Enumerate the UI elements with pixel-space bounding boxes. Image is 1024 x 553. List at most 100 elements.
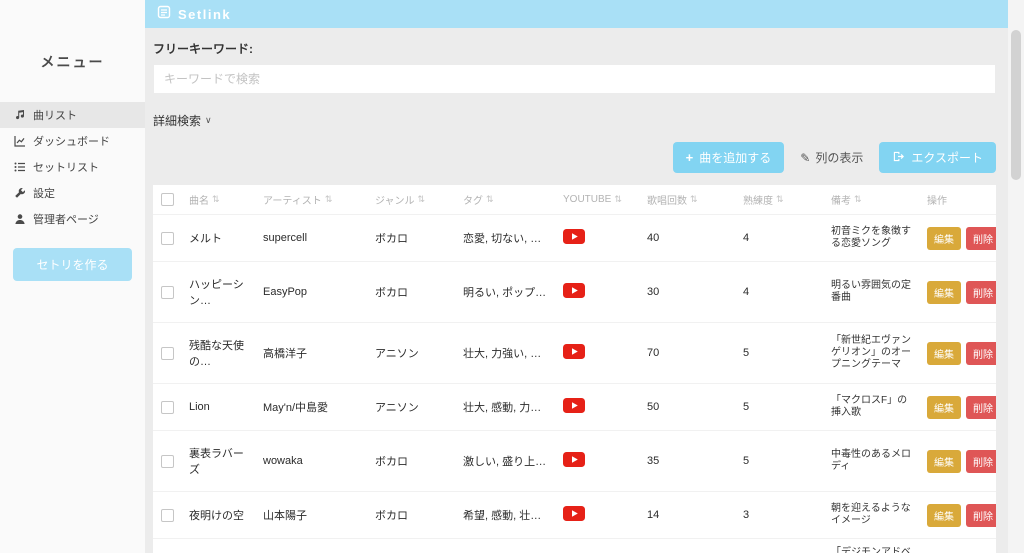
- app-header: Setlink: [0, 0, 1008, 28]
- sort-icon[interactable]: ⇅: [325, 194, 333, 205]
- export-button[interactable]: エクスポート: [879, 142, 996, 173]
- sing-count-cell: 30: [647, 286, 660, 298]
- row-checkbox[interactable]: [161, 400, 174, 414]
- create-setlist-button[interactable]: セトリを作る: [13, 248, 132, 281]
- note-cell: 初音ミクを象徴する恋愛ソング: [831, 226, 911, 249]
- youtube-cell: [557, 330, 641, 376]
- artist-cell: 山本陽子: [263, 510, 307, 522]
- table-header-row: 曲名 ⇅ アーティスト ⇅ ジャンル ⇅ タグ ⇅ YOUTUBE ⇅ 歌唱回数 ⇅ 熟練度 ⇅ 備考 ⇅ 操作: [153, 185, 996, 215]
- column-visibility-label: 列の表示: [815, 151, 864, 165]
- column-header[interactable]: アーティスト ⇅: [257, 192, 369, 207]
- content-area: メニュー 曲リスト ダッシュボードセットリスト 設定管理者ページ セトリを作る フリ…: [0, 28, 1008, 553]
- skill-cell: 5: [743, 401, 750, 413]
- sidebar-item-label: 設定: [33, 188, 55, 200]
- advanced-search-toggle[interactable]: 詳細検索 ∨: [153, 112, 212, 129]
- note-cell: 「新世紀エヴァンゲリオン」のオープニングテーマ: [831, 335, 911, 370]
- add-song-button[interactable]: + 曲を追加する: [672, 142, 785, 173]
- column-header-label: アーティスト: [263, 196, 322, 207]
- youtube-icon[interactable]: [563, 344, 585, 359]
- row-checkbox[interactable]: [161, 285, 174, 299]
- edit-button[interactable]: 編集: [927, 449, 961, 473]
- delete-button[interactable]: 削除: [966, 503, 996, 527]
- keyword-search-input[interactable]: [153, 64, 996, 94]
- sidebar-item-settings[interactable]: 設定: [0, 180, 145, 206]
- youtube-cell: [557, 384, 641, 430]
- edit-button[interactable]: 編集: [927, 341, 961, 365]
- admin-icon: [14, 213, 26, 225]
- song-title-cell: 裏表ラバーズ: [189, 448, 244, 476]
- artist-cell: supercell: [263, 232, 308, 244]
- youtube-icon[interactable]: [563, 398, 585, 413]
- youtube-icon[interactable]: [563, 283, 585, 298]
- sort-icon[interactable]: ⇅: [776, 194, 784, 205]
- sort-icon[interactable]: ⇅: [212, 194, 220, 205]
- sidebar-menu-title: メニュー: [40, 54, 105, 70]
- skill-cell: 3: [743, 509, 750, 521]
- vertical-scrollbar[interactable]: [1008, 0, 1024, 553]
- skill-cell: 5: [743, 455, 750, 467]
- sing-count-cell: 35: [647, 455, 660, 467]
- scrollbar-thumb[interactable]: [1011, 30, 1021, 180]
- main-content: フリーキーワード: 詳細検索 ∨ + 曲を追加する ✎ 列の表示: [145, 28, 1008, 553]
- note-cell: 朝を迎えるようなイメージ: [831, 503, 911, 526]
- tags-cell: 激しい, 盛り上…: [463, 456, 547, 468]
- skill-cell: 4: [737, 545, 825, 553]
- page: Setlink メニュー 曲リスト ダッシュボードセットリスト 設定管理者ページ セ…: [0, 0, 1008, 553]
- sidebar-item-admin[interactable]: 管理者ページ: [0, 206, 145, 232]
- sidebar-item-setlist[interactable]: セットリスト: [0, 154, 145, 180]
- column-header[interactable]: YOUTUBE ⇅: [557, 194, 641, 205]
- sort-icon[interactable]: ⇅: [614, 194, 622, 205]
- row-checkbox-cell: [153, 508, 183, 522]
- row-checkbox[interactable]: [161, 454, 174, 468]
- genre-cell: アニソン: [369, 543, 457, 553]
- row-checkbox[interactable]: [161, 346, 174, 360]
- delete-button[interactable]: 削除: [966, 449, 996, 473]
- edit-button[interactable]: 編集: [927, 503, 961, 527]
- youtube-icon[interactable]: [563, 229, 585, 244]
- column-header[interactable]: 歌唱回数 ⇅: [641, 192, 737, 207]
- row-actions-cell: 編集 削除: [921, 496, 996, 535]
- delete-button[interactable]: 削除: [966, 226, 996, 250]
- song-title-cell: メルト: [189, 233, 222, 245]
- column-header[interactable]: ジャンル ⇅: [369, 192, 457, 207]
- genre-cell: アニソン: [375, 348, 419, 360]
- delete-button[interactable]: 削除: [966, 341, 996, 365]
- column-header[interactable]: 熟練度 ⇅: [737, 192, 825, 207]
- row-checkbox[interactable]: [161, 231, 174, 245]
- column-visibility-button[interactable]: ✎ 列の表示: [800, 149, 863, 166]
- sort-icon[interactable]: ⇅: [486, 194, 494, 205]
- settings-icon: [14, 187, 26, 199]
- genre-cell: ボカロ: [375, 287, 408, 299]
- delete-button[interactable]: 削除: [966, 280, 996, 304]
- youtube-icon[interactable]: [563, 506, 585, 521]
- sidebar-item-music-note[interactable]: 曲リスト: [0, 102, 145, 128]
- sidebar-item-label: セットリスト: [33, 162, 99, 174]
- column-header[interactable]: 曲名 ⇅: [183, 192, 257, 207]
- edit-button[interactable]: 編集: [927, 226, 961, 250]
- sort-icon[interactable]: ⇅: [690, 194, 698, 205]
- column-header-label: 操作: [927, 196, 947, 207]
- delete-button[interactable]: 削除: [966, 395, 996, 419]
- row-actions-cell: 編集 削除: [921, 388, 996, 427]
- column-header-label: ジャンル: [375, 196, 415, 207]
- column-header[interactable]: タグ ⇅: [457, 192, 557, 207]
- select-all-checkbox[interactable]: [161, 193, 174, 206]
- column-header[interactable]: 備考 ⇅: [825, 192, 921, 207]
- genre-cell: ボカロ: [375, 233, 408, 245]
- note-cell: 「マクロスF」の挿入歌: [831, 395, 908, 418]
- sidebar-item-dashboard[interactable]: ダッシュボード: [0, 128, 145, 154]
- column-header-label: 曲名: [189, 196, 209, 207]
- edit-button[interactable]: 編集: [927, 280, 961, 304]
- tags-cell: 恋愛, 切ない, …: [463, 233, 542, 245]
- row-checkbox[interactable]: [161, 508, 174, 522]
- table-toolbar: + 曲を追加する ✎ 列の表示 エクスポート: [153, 142, 996, 173]
- sort-icon[interactable]: ⇅: [418, 194, 426, 205]
- table-row: Butter-Fly 和田光司 アニソン 爽快, 感動, 青… 65 4 「デジ…: [153, 539, 996, 553]
- youtube-icon[interactable]: [563, 452, 585, 467]
- header-sidebar-gap: [0, 0, 145, 28]
- keyword-search-label: フリーキーワード:: [153, 42, 253, 56]
- skill-cell: 5: [743, 347, 750, 359]
- edit-button[interactable]: 編集: [927, 395, 961, 419]
- column-header-label: タグ: [463, 196, 483, 207]
- sort-icon[interactable]: ⇅: [854, 194, 862, 205]
